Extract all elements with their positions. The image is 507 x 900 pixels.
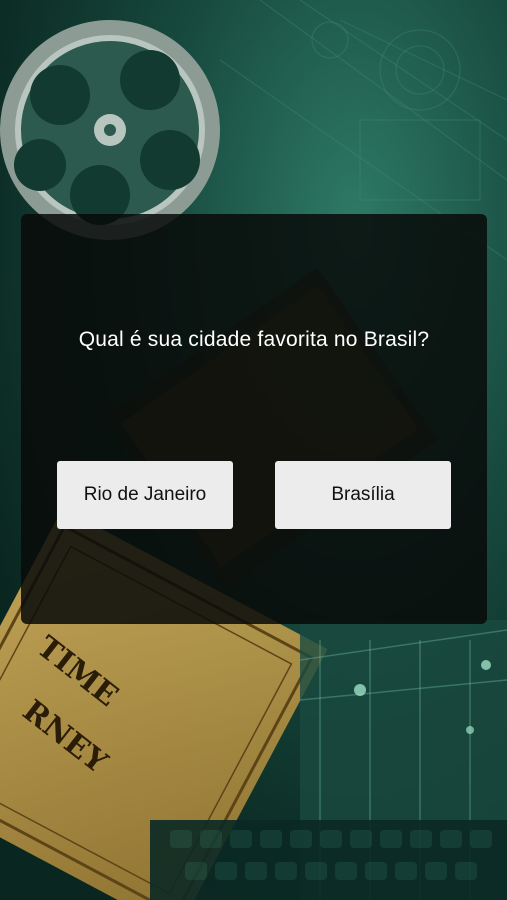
answer-label: Rio de Janeiro [83,484,207,505]
question-text: Qual é sua cidade favorita no Brasil? [78,328,430,351]
answer-button-rio-de-janeiro[interactable]: Rio de Janeiro [57,461,233,529]
quiz-screen: TIME RNEY Qual é sua cidade favorita no … [0,0,507,900]
answer-label: Brasília [331,484,395,505]
film-reel-icon [0,20,220,240]
answer-button-brasilia[interactable]: Brasília [275,461,451,529]
question-dialog: Qual é sua cidade favorita no Brasil? Ri… [21,214,487,624]
